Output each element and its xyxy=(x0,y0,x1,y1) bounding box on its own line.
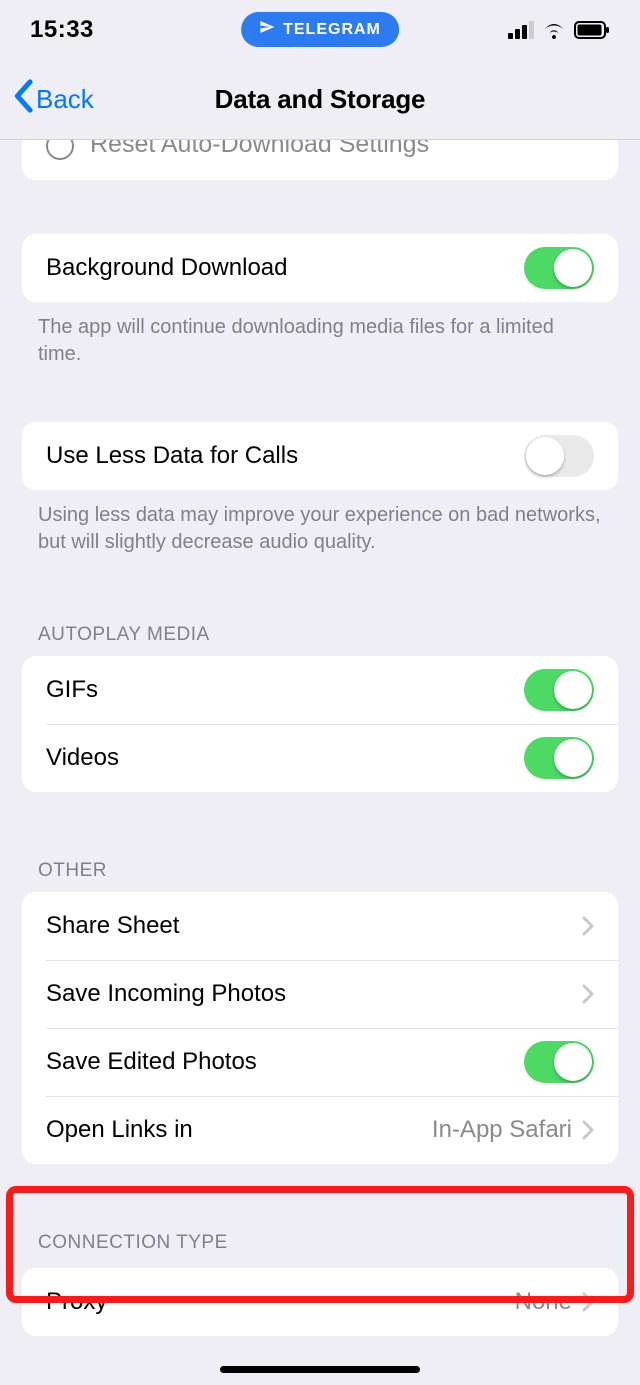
paper-plane-icon xyxy=(259,19,275,40)
autoplay-card: GIFs Videos xyxy=(22,656,618,792)
less-data-card: Use Less Data for Calls xyxy=(22,422,618,490)
proxy-value: None xyxy=(515,1288,572,1316)
save-edited-toggle[interactable] xyxy=(524,1041,594,1083)
background-download-footer: The app will continue downloading media … xyxy=(0,302,640,368)
reset-auto-download-row[interactable]: Reset Auto-Download Settings xyxy=(22,140,618,180)
background-download-label: Background Download xyxy=(46,254,524,282)
pill-app-label: TELEGRAM xyxy=(283,21,381,39)
less-data-toggle[interactable] xyxy=(524,435,594,477)
other-card: Share Sheet Save Incoming Photos Save Ed… xyxy=(22,892,618,1164)
return-to-app-pill[interactable]: TELEGRAM xyxy=(241,12,399,47)
other-header: OTHER xyxy=(0,860,640,892)
videos-toggle[interactable] xyxy=(524,737,594,779)
save-edited-row[interactable]: Save Edited Photos xyxy=(22,1028,618,1096)
save-incoming-label: Save Incoming Photos xyxy=(46,980,582,1008)
gifs-row[interactable]: GIFs xyxy=(22,656,618,724)
share-sheet-row[interactable]: Share Sheet xyxy=(22,892,618,960)
reset-label: Reset Auto-Download Settings xyxy=(90,140,594,159)
wifi-icon xyxy=(542,21,566,39)
settings-content: Reset Auto-Download Settings Background … xyxy=(0,140,640,1376)
open-links-value: In-App Safari xyxy=(432,1116,572,1144)
cellular-signal-icon xyxy=(508,21,534,39)
proxy-label: Proxy xyxy=(46,1288,515,1316)
share-sheet-label: Share Sheet xyxy=(46,912,582,940)
background-download-card: Background Download xyxy=(22,234,618,302)
background-download-row[interactable]: Background Download xyxy=(22,234,618,302)
reset-card: Reset Auto-Download Settings xyxy=(22,140,618,180)
back-button[interactable]: Back xyxy=(12,79,94,120)
open-links-label: Open Links in xyxy=(46,1116,432,1144)
nav-bar: Back Data and Storage xyxy=(0,60,640,140)
save-incoming-row[interactable]: Save Incoming Photos xyxy=(22,960,618,1028)
chevron-right-icon xyxy=(582,984,594,1004)
chevron-left-icon xyxy=(12,79,34,120)
chevron-right-icon xyxy=(582,916,594,936)
less-data-row[interactable]: Use Less Data for Calls xyxy=(22,422,618,490)
status-icons xyxy=(508,21,610,39)
chevron-right-icon xyxy=(582,1120,594,1140)
videos-row[interactable]: Videos xyxy=(22,724,618,792)
connection-card: Proxy None xyxy=(22,1268,618,1336)
page-title: Data and Storage xyxy=(215,84,426,115)
videos-label: Videos xyxy=(46,744,524,772)
save-edited-label: Save Edited Photos xyxy=(46,1048,524,1076)
radio-unchecked-icon xyxy=(46,140,74,160)
gifs-label: GIFs xyxy=(46,676,524,704)
home-indicator[interactable] xyxy=(220,1366,420,1373)
autoplay-header: AUTOPLAY MEDIA xyxy=(0,624,640,656)
gifs-toggle[interactable] xyxy=(524,669,594,711)
proxy-row[interactable]: Proxy None xyxy=(22,1268,618,1336)
less-data-label: Use Less Data for Calls xyxy=(46,442,524,470)
background-download-toggle[interactable] xyxy=(524,247,594,289)
status-time: 15:33 xyxy=(30,16,94,44)
status-bar: 15:33 TELEGRAM xyxy=(0,0,640,60)
connection-header: CONNECTION TYPE xyxy=(0,1232,640,1254)
open-links-row[interactable]: Open Links in In-App Safari xyxy=(22,1096,618,1164)
less-data-footer: Using less data may improve your experie… xyxy=(0,490,640,556)
chevron-right-icon xyxy=(582,1292,594,1312)
battery-icon xyxy=(574,21,610,39)
back-label: Back xyxy=(36,84,94,115)
